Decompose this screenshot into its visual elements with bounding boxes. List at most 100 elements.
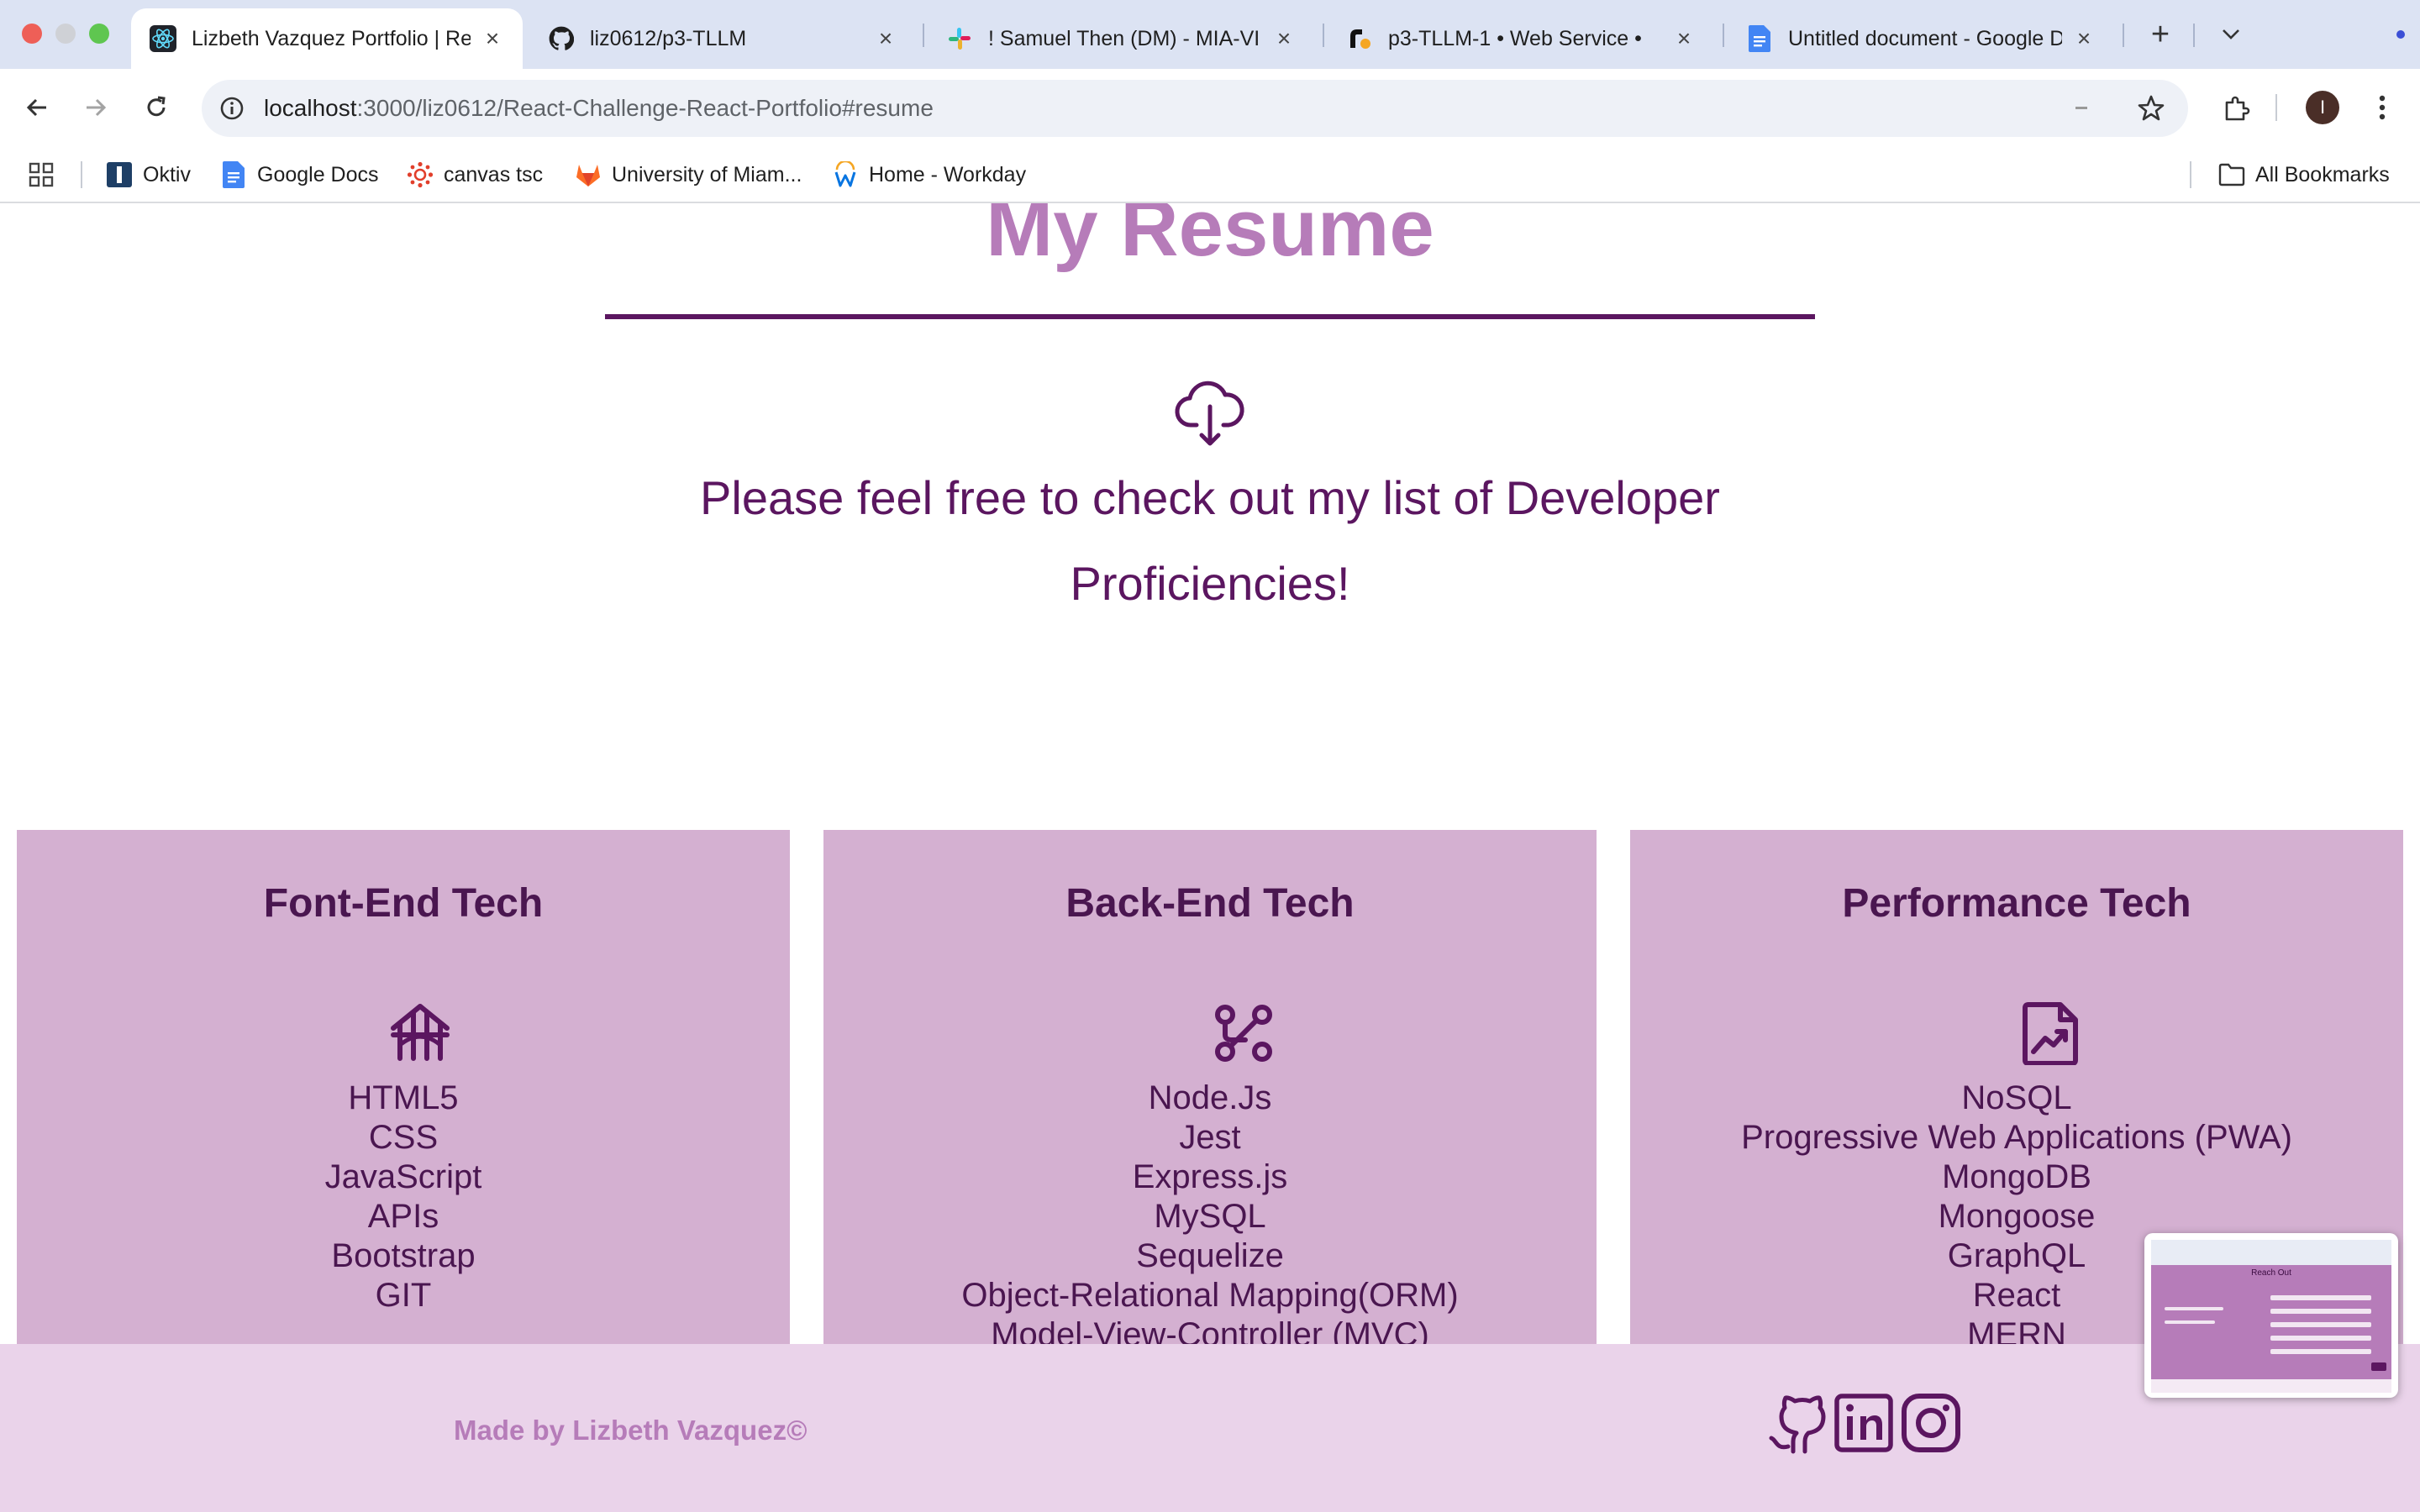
bookmark-university[interactable]: University of Miam...	[575, 158, 802, 192]
card-heading: Font-End Tech	[263, 881, 544, 926]
puzzle-icon	[2225, 96, 2250, 121]
apps-grid-icon	[29, 162, 54, 187]
bookmark-google-docs[interactable]: Google Docs	[220, 158, 379, 192]
bookmark-label: Google Docs	[257, 162, 379, 186]
skills-list: HTML5 CSS JavaScript APIs Bootstrap GIT	[17, 1079, 790, 1315]
browser-toolbar: localhost:3000/liz0612/React-Challenge-R…	[0, 69, 2420, 146]
skill-item: MongoDB	[1942, 1158, 2091, 1195]
google-docs-icon	[1746, 25, 1773, 52]
tab-close-icon[interactable]: ×	[1272, 25, 1296, 51]
skill-item: APIs	[367, 1198, 439, 1235]
back-button[interactable]	[18, 89, 55, 126]
bookmark-label: canvas tsc	[444, 162, 544, 186]
front-end-card: Font-End Tech HTML5 CSS JavaScript APIs Boot…	[17, 830, 790, 1418]
tab-preview-thumbnail[interactable]: Reach Out	[2144, 1233, 2398, 1398]
route-icon	[1212, 1001, 1276, 1065]
skill-item: Bootstrap	[331, 1237, 476, 1274]
back-end-card: Back-End Tech Node.Js Jest Express.js MySQL…	[823, 830, 1597, 1418]
bookmark-label: Oktiv	[143, 162, 191, 186]
tab-google-docs[interactable]: Untitled document - Google D ×	[1728, 8, 2114, 69]
slack-icon	[946, 25, 973, 52]
chart-file-icon	[2018, 1001, 2082, 1066]
workday-icon	[832, 161, 859, 188]
footer: Made by Lizbeth Vazquez©	[0, 1344, 2420, 1512]
extensions-button[interactable]	[2218, 89, 2255, 126]
github-icon	[548, 25, 575, 52]
linkedin-icon[interactable]	[1832, 1391, 1896, 1455]
react-icon	[150, 25, 176, 52]
tab-search-button[interactable]	[2215, 18, 2247, 50]
notification-dot	[2396, 30, 2405, 39]
loading-indicator	[2075, 107, 2087, 109]
tab-title: liz0612/p3-TLLM	[590, 26, 747, 50]
folder-icon	[2218, 161, 2245, 188]
skill-item: Progressive Web Applications (PWA)	[1741, 1119, 2292, 1156]
google-docs-icon	[220, 161, 247, 188]
tab-title: p3-TLLM-1 • Web Service •	[1388, 26, 1642, 50]
browser-menu-button[interactable]	[2370, 89, 2395, 126]
tab-github[interactable]: liz0612/p3-TLLM ×	[529, 8, 916, 69]
close-window-button[interactable]	[22, 24, 42, 44]
tab-title: Untitled document - Google D	[1788, 26, 2062, 50]
instagram-icon[interactable]	[1899, 1391, 1963, 1455]
skill-item: GIT	[375, 1277, 432, 1314]
tab-title: ! Samuel Then (DM) - MIA-VI	[988, 26, 1260, 50]
reload-icon	[147, 96, 166, 117]
tab-title: Lizbeth Vazquez Portfolio | Re	[192, 26, 471, 50]
apps-button[interactable]	[29, 158, 54, 192]
title-divider	[605, 314, 1815, 319]
tab-portfolio[interactable]: Lizbeth Vazquez Portfolio | Re ×	[131, 8, 523, 69]
bookmark-workday[interactable]: Home - Workday	[832, 158, 1026, 192]
skill-item: Sequelize	[1136, 1237, 1284, 1274]
bookmark-canvas[interactable]: canvas tsc	[407, 158, 543, 192]
tab-close-icon[interactable]: ×	[2072, 25, 2096, 51]
forward-arrow-icon	[87, 98, 107, 117]
bridge-icon	[388, 1001, 452, 1065]
intro-text: Please feel free to check out my list of…	[700, 471, 1720, 610]
skill-item: Mongoose	[1938, 1198, 2096, 1235]
render-icon	[1346, 25, 1373, 52]
all-bookmarks-label: All Bookmarks	[2255, 162, 2390, 186]
skill-item: CSS	[368, 1119, 439, 1156]
skill-item: HTML5	[348, 1079, 459, 1116]
chevron-down-icon	[2223, 29, 2239, 39]
resume-page: My Resume Please feel free to check out …	[0, 203, 2420, 1512]
site-info-icon[interactable]	[217, 93, 247, 123]
skill-item: JavaScript	[324, 1158, 482, 1195]
skill-item: MySQL	[1154, 1198, 1266, 1235]
cloud-download-icon[interactable]	[1175, 376, 1245, 447]
tab-strip: Lizbeth Vazquez Portfolio | Re × liz0612…	[0, 0, 2420, 69]
skill-item: NoSQL	[1961, 1079, 2072, 1116]
preview-title: Reach Out	[2251, 1268, 2291, 1278]
tab-close-icon[interactable]: ×	[1672, 25, 1696, 51]
forward-button[interactable]	[77, 89, 114, 126]
reload-button[interactable]	[138, 89, 175, 126]
tab-slack[interactable]: ! Samuel Then (DM) - MIA-VI ×	[928, 8, 1314, 69]
gitlab-icon	[575, 161, 602, 188]
minimize-window-button[interactable]	[55, 24, 76, 44]
card-heading: Performance Tech	[1842, 881, 2191, 926]
bookmark-star-icon[interactable]	[2136, 93, 2166, 123]
card-heading: Back-End Tech	[1065, 881, 1355, 926]
maximize-window-button[interactable]	[89, 24, 109, 44]
skill-item: Object-Relational Mapping(ORM)	[961, 1277, 1459, 1314]
tab-close-icon[interactable]: ×	[874, 25, 897, 51]
footer-credit: Made by Lizbeth Vazquez©	[454, 1415, 808, 1446]
more-vertical-icon	[2379, 95, 2386, 120]
new-tab-button[interactable]: +	[2144, 17, 2176, 52]
tab-render[interactable]: p3-TLLM-1 • Web Service • ×	[1328, 8, 1714, 69]
all-bookmarks-button[interactable]: All Bookmarks	[2218, 158, 2390, 192]
tab-close-icon[interactable]: ×	[481, 25, 504, 51]
github-icon[interactable]	[1765, 1391, 1828, 1455]
address-bar[interactable]: localhost:3000/liz0612/React-Challenge-R…	[202, 80, 2188, 137]
skill-item: Jest	[1179, 1119, 1241, 1156]
canvas-icon	[407, 161, 434, 188]
bookmark-oktiv[interactable]: Oktiv	[106, 158, 191, 192]
profile-avatar[interactable]: I	[2306, 91, 2339, 124]
bookmark-label: University of Miam...	[612, 162, 802, 186]
bookmark-label: Home - Workday	[869, 162, 1027, 186]
skill-item: Node.Js	[1148, 1079, 1272, 1116]
oktiv-icon	[106, 161, 133, 188]
page-title: My Resume	[986, 203, 1434, 273]
skill-item: Express.js	[1132, 1158, 1288, 1195]
